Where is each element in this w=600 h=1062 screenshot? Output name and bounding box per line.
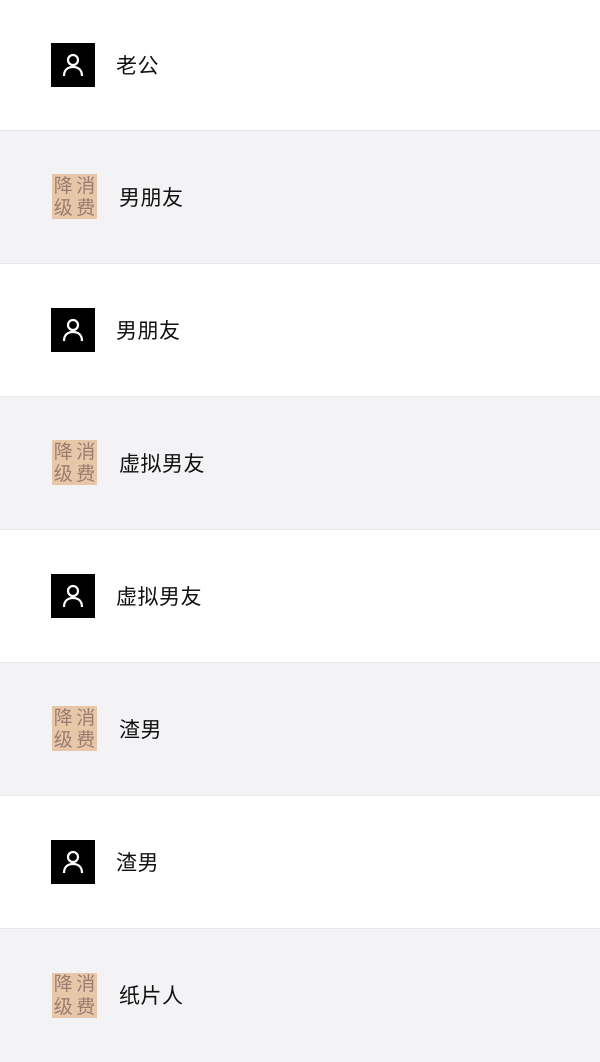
badge-char: 降 <box>53 706 73 729</box>
badge-char: 费 <box>76 995 96 1018</box>
badge-char: 费 <box>76 729 96 752</box>
badge-icon: 降 消 级 费 <box>52 174 97 220</box>
list-item[interactable]: 男朋友 <box>0 264 600 397</box>
badge-char: 降 <box>53 440 73 463</box>
list-item[interactable]: 渣男 <box>0 796 600 929</box>
list-item[interactable]: 虚拟男友 <box>0 530 600 663</box>
item-label: 渣男 <box>116 850 159 875</box>
user-icon <box>51 42 95 87</box>
item-label: 纸片人 <box>119 984 184 1009</box>
badge-icon: 降 消 级 费 <box>52 706 97 752</box>
badge-char: 费 <box>76 463 96 486</box>
list-item[interactable]: 老公 <box>0 0 600 131</box>
item-label: 虚拟男友 <box>119 451 205 476</box>
badge-char: 级 <box>53 995 73 1018</box>
chat-list: 老公 降 消 级 费 男朋友 男朋友 降 消 级 费 虚拟男友 虚拟男友 降 消… <box>0 0 600 1062</box>
list-item[interactable]: 降 消 级 费 男朋友 <box>0 130 600 265</box>
badge-icon: 降 消 级 费 <box>52 440 97 486</box>
item-label: 男朋友 <box>116 318 181 343</box>
badge-char: 消 <box>76 174 96 197</box>
user-icon <box>51 307 95 352</box>
user-icon <box>51 573 95 618</box>
badge-char: 消 <box>76 706 96 729</box>
badge-char: 费 <box>76 197 96 220</box>
badge-char: 级 <box>53 463 73 486</box>
badge-char: 级 <box>53 197 73 220</box>
badge-char: 消 <box>76 440 96 463</box>
badge-icon: 降 消 级 费 <box>52 972 97 1018</box>
badge-char: 降 <box>53 174 73 197</box>
item-label: 虚拟男友 <box>116 584 202 609</box>
badge-char: 降 <box>53 973 73 996</box>
item-label: 老公 <box>116 53 159 78</box>
item-label: 渣男 <box>119 717 162 742</box>
badge-char: 级 <box>53 729 73 752</box>
user-icon <box>51 839 95 884</box>
item-label: 男朋友 <box>119 185 184 210</box>
badge-char: 消 <box>76 973 96 996</box>
list-item[interactable]: 降 消 级 费 渣男 <box>0 662 600 797</box>
list-item[interactable]: 降 消 级 费 纸片人 <box>0 928 600 1062</box>
list-item[interactable]: 降 消 级 费 虚拟男友 <box>0 396 600 531</box>
